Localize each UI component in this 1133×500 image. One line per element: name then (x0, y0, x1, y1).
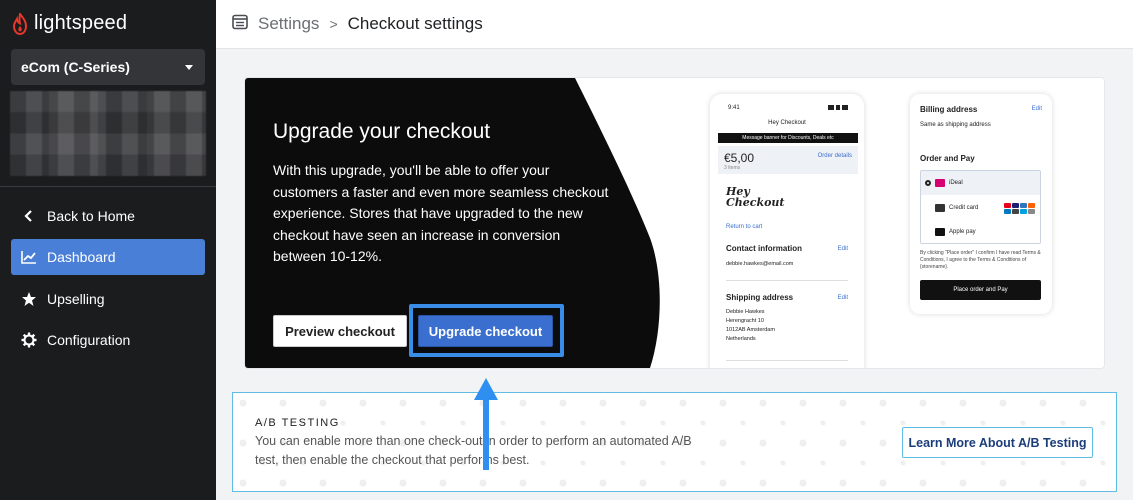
phone-shipping-heading: Shipping address (726, 293, 794, 302)
upgrade-banner: Upgrade your checkout With this upgrade,… (245, 78, 1104, 368)
breadcrumb-separator: > (329, 16, 338, 32)
gear-icon (21, 332, 37, 348)
phone-divider (726, 360, 848, 361)
upgrade-checkout-button[interactable]: Upgrade checkout (418, 315, 553, 347)
card-brand-icons (1004, 203, 1036, 214)
address-line: Herengracht 10 (726, 318, 764, 324)
order-pay-heading: Order and Pay (920, 154, 975, 163)
chart-line-icon (21, 249, 37, 265)
payment-terms: By clicking "Place order" I confirm I ha… (920, 250, 1041, 270)
sidebar-item-label: Dashboard (47, 249, 116, 265)
sidebar-item-dashboard[interactable]: Dashboard (11, 239, 205, 275)
address-line: Netherlands (726, 336, 756, 342)
page-title: Checkout settings (347, 14, 483, 33)
top-header: Settings > Checkout settings (216, 0, 1133, 49)
payment-option-label: Credit card (949, 205, 979, 211)
payment-option-label: iDeal (949, 180, 963, 186)
payment-option-label: Apple pay (949, 229, 976, 235)
logo-line-2: Checkout (726, 196, 785, 209)
payment-option-card: Credit card (921, 196, 1040, 220)
breadcrumb-settings[interactable]: Settings (258, 14, 319, 34)
address-line: Debbie Hawkes (726, 309, 765, 315)
phone-contact-edit: Edit (837, 246, 848, 252)
phone-order-details: Order details (817, 153, 852, 159)
ab-testing-panel: A/B TESTING You can enable more than one… (232, 392, 1117, 492)
radio-selected-icon (925, 180, 931, 186)
address-line: 1012AB Amsterdam (726, 327, 775, 333)
sidebar-item-back-to-home[interactable]: Back to Home (11, 198, 205, 234)
card-icon (935, 204, 945, 212)
blurred-store-info (10, 91, 206, 176)
sidebar-divider (0, 186, 216, 187)
apple-pay-icon (935, 228, 945, 236)
sidebar: lightspeed eCom (C-Series) Back to Home … (0, 0, 216, 500)
phone-items: 3 items (724, 165, 741, 171)
phone-price: €5,00 (724, 151, 755, 165)
store-select[interactable]: eCom (C-Series) (11, 49, 205, 85)
phone-order-summary: €5,00 3 items Order details (718, 146, 858, 174)
caret-down-icon (185, 64, 193, 70)
phone-shipping-edit: Edit (837, 295, 848, 301)
star-icon (21, 291, 37, 307)
ideal-icon (935, 179, 945, 187)
preview-checkout-button[interactable]: Preview checkout (273, 315, 407, 347)
payment-mockup: Billing address Edit Same as shipping ad… (910, 94, 1052, 314)
phone-return-link: Return to cart (726, 224, 763, 230)
billing-edit: Edit (1031, 106, 1042, 112)
banner-description: With this upgrade, you'll be able to off… (273, 162, 609, 264)
payment-option-applepay: Apple pay (921, 220, 1040, 244)
billing-heading: Billing address (920, 105, 978, 114)
banner-title: Upgrade your checkout (273, 120, 491, 143)
hey-checkout-logo: Hey Checkout (726, 186, 785, 208)
payment-options: iDeal Credit card Apple pay (920, 170, 1041, 244)
payment-option-ideal: iDeal (921, 171, 1040, 195)
billing-value: Same as shipping address (920, 122, 991, 128)
signal-icon (828, 105, 848, 110)
phone-address: Debbie Hawkes Herengracht 10 1012AB Amst… (726, 308, 775, 344)
brand-logo[interactable]: lightspeed (12, 12, 127, 35)
store-select-value: eCom (C-Series) (21, 59, 130, 75)
ab-testing-title: A/B TESTING (255, 417, 340, 429)
brand-name: lightspeed (34, 12, 128, 34)
chevron-left-icon (21, 208, 37, 224)
phone-email: debbie.hawkes@email.com (726, 261, 794, 267)
phone-time: 9:41 (728, 105, 740, 111)
arrow-up-icon (474, 378, 498, 470)
sidebar-item-configuration[interactable]: Configuration (11, 322, 205, 358)
settings-icon (232, 14, 248, 35)
phone-divider (726, 280, 848, 281)
learn-more-ab-button[interactable]: Learn More About A/B Testing (902, 427, 1093, 458)
phone-contact-heading: Contact information (726, 244, 802, 253)
place-order-button: Place order and Pay (920, 280, 1041, 300)
sidebar-item-label: Configuration (47, 332, 131, 348)
sidebar-item-upselling[interactable]: Upselling (11, 281, 205, 317)
flame-icon (12, 12, 28, 35)
sidebar-item-label: Back to Home (47, 208, 135, 224)
phone-message-banner: Message banner for Discounts, Deals etc (718, 133, 858, 143)
phone-mockup: 9:41 Hey Checkout Message banner for Dis… (710, 94, 864, 368)
sidebar-item-label: Upselling (47, 291, 105, 307)
phone-title: Hey Checkout (768, 120, 806, 126)
